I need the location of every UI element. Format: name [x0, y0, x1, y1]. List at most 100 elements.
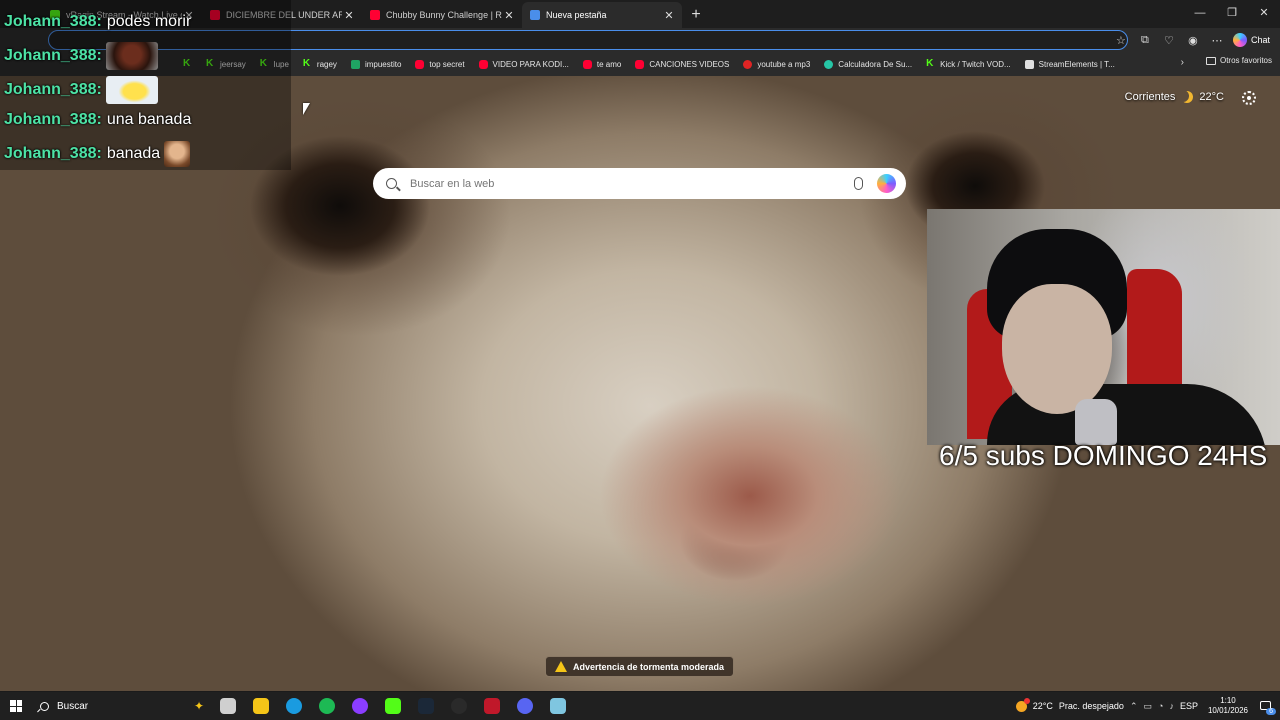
taskbar-weather-desc: Prac. despejado — [1058, 701, 1124, 711]
extensions-icon[interactable]: ⧉ — [1135, 30, 1155, 50]
microphone — [1075, 399, 1117, 445]
edge-taskbar-button[interactable] — [282, 694, 306, 718]
discord-taskbar-button[interactable] — [513, 694, 537, 718]
close-window-button[interactable]: ✕ — [1248, 0, 1280, 26]
tray-icons: ⌃ ▭ ◔ ♪ — [1130, 701, 1174, 712]
video-editor-taskbar-button[interactable] — [480, 694, 504, 718]
web-search-box[interactable] — [373, 168, 906, 199]
maximize-button[interactable]: ❐ — [1216, 0, 1248, 26]
bookmark-item[interactable]: VIDEO PARA KODI... — [472, 54, 576, 74]
steam-taskbar-button[interactable] — [414, 694, 438, 718]
volume-icon[interactable]: ♪ — [1169, 701, 1174, 712]
chat-separator: : — [96, 47, 102, 64]
taskbar-search[interactable]: Buscar ✦ — [32, 694, 212, 718]
kick-icon — [385, 698, 401, 714]
windows-taskbar: Buscar ✦ 22°C Prac. despejado ⌃ ▭ ◔ ♪ ES… — [0, 692, 1280, 720]
tab-favicon-icon — [370, 10, 380, 20]
warning-triangle-icon — [554, 661, 567, 672]
bookmark-item[interactable]: CANCIONES VIDEOS — [628, 54, 736, 74]
page-settings-gear-icon[interactable] — [1242, 91, 1256, 105]
webcam-feed — [927, 209, 1280, 445]
tab-close-icon[interactable]: ✕ — [502, 9, 516, 22]
copilot-chat-button[interactable]: Chat — [1231, 33, 1272, 47]
other-favorites-label: Otros favoritos — [1219, 56, 1272, 65]
language-indicator[interactable]: ESP — [1180, 701, 1198, 711]
more-menu-icon[interactable]: ⋯ — [1207, 30, 1227, 50]
chat-separator: : — [96, 145, 102, 162]
bookmark-item[interactable]: Calculadora De Su... — [817, 54, 919, 74]
tab-close-icon[interactable]: ✕ — [342, 9, 356, 22]
obs-taskbar-button[interactable] — [447, 694, 471, 718]
tab-favicon-icon — [530, 10, 540, 20]
search-highlight-icon: ✦ — [193, 699, 204, 713]
minimize-button[interactable]: — — [1184, 0, 1216, 26]
bookmark-item[interactable]: Kragey — [296, 54, 344, 74]
tab-close-icon[interactable]: ✕ — [662, 9, 676, 22]
bookmark-item[interactable]: te amo — [576, 54, 628, 74]
youtube-icon — [635, 59, 645, 69]
new-tab-button[interactable]: + — [682, 2, 710, 28]
more-bookmarks-chevron-icon[interactable]: › — [1181, 57, 1184, 68]
bookmark-item[interactable]: StreamElements | T... — [1018, 54, 1122, 74]
taskbar-weather[interactable]: 22°C Prac. despejado — [1015, 697, 1124, 712]
taskbar-weather-temp: 22°C — [1032, 701, 1053, 711]
bookmark-item[interactable]: impuestito — [344, 54, 408, 74]
chat-text: podes morir — [106, 13, 192, 30]
bookmark-item[interactable]: youtube a mp3 — [736, 54, 817, 74]
browser-tab[interactable]: Chubby Bunny Challenge | Reto In ✕ — [362, 2, 522, 28]
clock-date: 10/01/2026 — [1207, 706, 1248, 715]
bookmark-label: Calculadora De Su... — [838, 59, 913, 69]
spotify-taskbar-button[interactable] — [315, 694, 339, 718]
notepad-taskbar-button[interactable] — [546, 694, 570, 718]
battery-icon[interactable]: ▭ — [1143, 701, 1152, 712]
bookmark-item[interactable]: K Kick / Twitch VOD... — [919, 54, 1018, 74]
window-controls: — ❐ ✕ — [1184, 0, 1280, 26]
storm-alert-text: Advertencia de tormenta moderada — [572, 661, 725, 672]
notification-count: 6 — [1266, 708, 1276, 715]
weather-temperature: 22°C — [1199, 91, 1224, 103]
weather-widget[interactable]: Corrientes 22°C — [1125, 91, 1224, 103]
bookmark-label: Kick / Twitch VOD... — [940, 59, 1011, 69]
streamer-face — [1002, 284, 1112, 414]
bookmark-label: te amo — [596, 59, 622, 69]
kick-taskbar-button[interactable] — [381, 694, 405, 718]
bookmark-label: top secret — [429, 59, 465, 69]
storm-alert-pill[interactable]: Advertencia de tormenta moderada — [545, 656, 734, 677]
task-view-taskbar-button[interactable] — [216, 694, 240, 718]
obs-icon — [451, 698, 467, 714]
chat-username: Johann_388 — [4, 111, 97, 128]
mouse-cursor-icon — [303, 103, 310, 115]
copilot-search-icon[interactable] — [877, 174, 896, 193]
canva-taskbar-button[interactable] — [348, 694, 372, 718]
chat-username: Johann_388 — [4, 47, 97, 64]
youtube-icon — [582, 59, 592, 69]
clock-time: 1:10 — [1220, 696, 1236, 705]
windows-logo-icon — [10, 700, 22, 712]
notification-center-icon[interactable]: 6 — [1258, 698, 1276, 715]
yellow-blob-emote — [105, 76, 158, 104]
network-icon[interactable]: ◔ — [1158, 701, 1163, 712]
profile-avatar-icon[interactable]: ◉ — [1183, 30, 1203, 50]
browser-essentials-icon[interactable]: ♡ — [1159, 30, 1179, 50]
favorite-star-icon[interactable]: ☆ — [1111, 30, 1131, 50]
other-favorites-folder[interactable]: Otros favoritos — [1205, 56, 1272, 65]
moon-icon — [1181, 91, 1193, 103]
chat-separator: : — [96, 111, 102, 128]
browser-toolbar: ☆ ⧉ ♡ ◉ ⋯ Chat — [1111, 28, 1280, 52]
chat-message: Johann_388: banada — [4, 141, 191, 167]
bookmark-item[interactable]: top secret — [408, 54, 471, 74]
microphone-icon[interactable] — [854, 177, 863, 190]
chat-message: Johann_388: — [4, 76, 158, 104]
browser-tab-active[interactable]: Nueva pestaña ✕ — [522, 2, 682, 28]
taskbar-search-label: Buscar — [57, 700, 89, 712]
bookmark-label: StreamElements | T... — [1038, 59, 1115, 69]
youtube-icon — [478, 59, 488, 69]
face-emote — [105, 42, 158, 70]
chevron-up-icon[interactable]: ⌃ — [1130, 701, 1138, 712]
copilot-icon — [1232, 33, 1247, 47]
file-explorer-taskbar-button[interactable] — [249, 694, 273, 718]
web-search-input[interactable] — [410, 177, 854, 190]
start-button[interactable] — [0, 692, 32, 720]
kick-icon: K — [926, 58, 934, 69]
taskbar-clock[interactable]: 1:10 10/01/2026 — [1204, 696, 1252, 716]
